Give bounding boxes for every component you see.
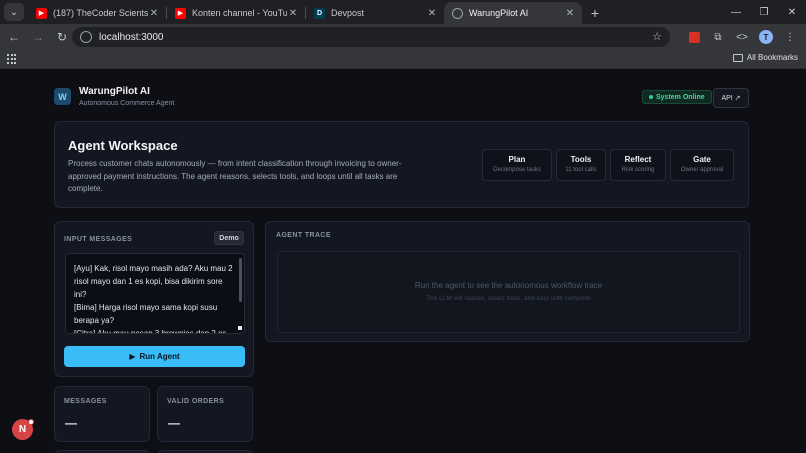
bookmarks-bar: All Bookmarks (0, 50, 806, 69)
tab-youtube[interactable]: ▶ (187) TheCoder Scients - YouTube ✕ (28, 2, 166, 24)
status-label: System Online (656, 93, 705, 101)
all-bookmarks-label: All Bookmarks (746, 53, 798, 62)
youtube-icon: ▶ (175, 7, 186, 19)
all-bookmarks-button[interactable]: All Bookmarks (732, 53, 798, 62)
folder-icon (732, 53, 743, 62)
tab-title: WarungPilot AI (469, 8, 529, 18)
workspace-description: Process customer chats autonomously — fr… (68, 159, 402, 193)
step-plan: Plan Decompose tasks (482, 149, 552, 181)
step-name: Gate (693, 155, 711, 164)
run-agent-button[interactable]: ▶ Run Agent (64, 346, 245, 367)
messages-text: [Ayu] Kak, risol mayo masih ada? Aku mau… (74, 264, 233, 334)
stat-label: MESSAGES (64, 398, 107, 405)
devtools-code-icon[interactable]: <> (732, 27, 752, 47)
agent-workspace-card: Agent Workspace Process customer chats a… (54, 121, 749, 208)
step-sub: Decompose tasks (493, 167, 541, 173)
resize-handle[interactable] (238, 326, 242, 330)
restore-icon[interactable]: ❐ (750, 0, 778, 24)
browser-toolbar: ← → ↻ localhost:3000 ☆ ⧉ <> T ⋮ (0, 24, 806, 50)
youtube-icon: ▶ (36, 7, 47, 19)
trace-empty-state: Run the agent to see the autonomous work… (277, 251, 740, 333)
workflow-steps: Plan Decompose tasks Tools 11 tool calls… (482, 149, 734, 181)
trace-empty-sub: The LLM will reason, select tools, and l… (426, 295, 591, 302)
close-window-icon[interactable]: ✕ (778, 0, 806, 24)
close-tab-icon[interactable]: ✕ (564, 8, 576, 19)
step-name: Plan (508, 155, 526, 164)
profile-avatar[interactable]: T (756, 27, 776, 47)
agent-trace-card: AGENT TRACE Run the agent to see the aut… (265, 221, 750, 342)
step-sub: Risk scoring (621, 167, 655, 173)
forward-icon[interactable]: → (28, 27, 48, 47)
step-tools: Tools 11 tool calls (556, 149, 606, 181)
textarea-scrollbar[interactable] (239, 258, 242, 302)
close-tab-icon[interactable]: ✕ (287, 8, 299, 19)
close-tab-icon[interactable]: ✕ (148, 8, 160, 19)
step-name: Reflect (624, 155, 652, 164)
extension-red-icon[interactable] (684, 27, 704, 47)
address-bar[interactable]: localhost:3000 ☆ (72, 27, 670, 47)
globe-icon (452, 7, 463, 19)
back-icon[interactable]: ← (4, 27, 24, 47)
extensions-puzzle-icon[interactable]: ⧉ (708, 27, 728, 47)
tab-youtube-studio[interactable]: ▶ Konten channel - YouTube Studio ✕ (167, 2, 305, 24)
workspace-title: Agent Workspace (68, 138, 178, 153)
profile-letter: T (759, 30, 773, 44)
api-button[interactable]: API ↗ (713, 88, 749, 108)
tab-devpost[interactable]: D Devpost ✕ (306, 2, 444, 24)
page-content: W WarungPilot AI Autonomous Commerce Age… (0, 70, 806, 453)
tab-title: (187) TheCoder Scients - YouTube (53, 8, 148, 18)
status-badge: System Online (642, 90, 712, 104)
window-controls: — ❐ ✕ (722, 0, 806, 24)
apps-grid-icon[interactable] (7, 54, 17, 64)
stat-value: — (65, 416, 77, 430)
url-text: localhost:3000 (99, 31, 164, 43)
app-header: W WarungPilot AI Autonomous Commerce Age… (54, 86, 750, 112)
devpost-icon: D (314, 7, 325, 19)
new-tab-icon[interactable]: + (586, 4, 604, 22)
bookmark-star-icon[interactable]: ☆ (652, 30, 662, 43)
site-info-icon[interactable] (80, 31, 92, 43)
input-messages-card: INPUT MESSAGES Demo [Ayu] Kak, risol may… (54, 221, 254, 377)
app-name: WarungPilot AI (79, 86, 150, 97)
reload-icon[interactable]: ↻ (52, 27, 72, 47)
tab-title: Devpost (331, 8, 365, 18)
messages-textarea[interactable]: [Ayu] Kak, risol mayo masih ada? Aku mau… (65, 253, 245, 334)
browser-tab-bar: ⌄ ▶ (187) TheCoder Scients - YouTube ✕ ▶… (0, 0, 806, 24)
stat-label: VALID ORDERS (167, 398, 225, 405)
tab-warungpilot[interactable]: WarungPilot AI ✕ (444, 2, 582, 24)
agent-trace-label: AGENT TRACE (276, 232, 331, 239)
stat-messages: MESSAGES — (54, 386, 150, 442)
app-tagline: Autonomous Commerce Agent (79, 100, 175, 107)
stat-valid-orders: VALID ORDERS — (157, 386, 253, 442)
step-name: Tools (570, 155, 592, 164)
app-logo: W (54, 88, 71, 105)
demo-button[interactable]: Demo (214, 231, 244, 245)
play-icon: ▶ (129, 352, 136, 361)
trace-empty-title: Run the agent to see the autonomous work… (414, 281, 603, 290)
run-agent-label: Run Agent (139, 352, 180, 361)
step-sub: 11 tool calls (565, 167, 597, 173)
step-gate: Gate Owner approval (670, 149, 734, 181)
close-tab-icon[interactable]: ✕ (426, 8, 438, 19)
input-messages-label: INPUT MESSAGES (64, 236, 133, 243)
status-dot-icon (649, 95, 653, 99)
tab-title: Konten channel - YouTube Studio (192, 8, 287, 18)
menu-kebab-icon[interactable]: ⋮ (780, 27, 800, 47)
step-reflect: Reflect Risk scoring (610, 149, 666, 181)
minimize-icon[interactable]: — (722, 0, 750, 24)
step-sub: Owner approval (680, 167, 724, 173)
stat-value: — (168, 416, 180, 430)
tab-search-chevron-icon[interactable]: ⌄ (4, 3, 24, 21)
notification-dot (28, 419, 34, 425)
